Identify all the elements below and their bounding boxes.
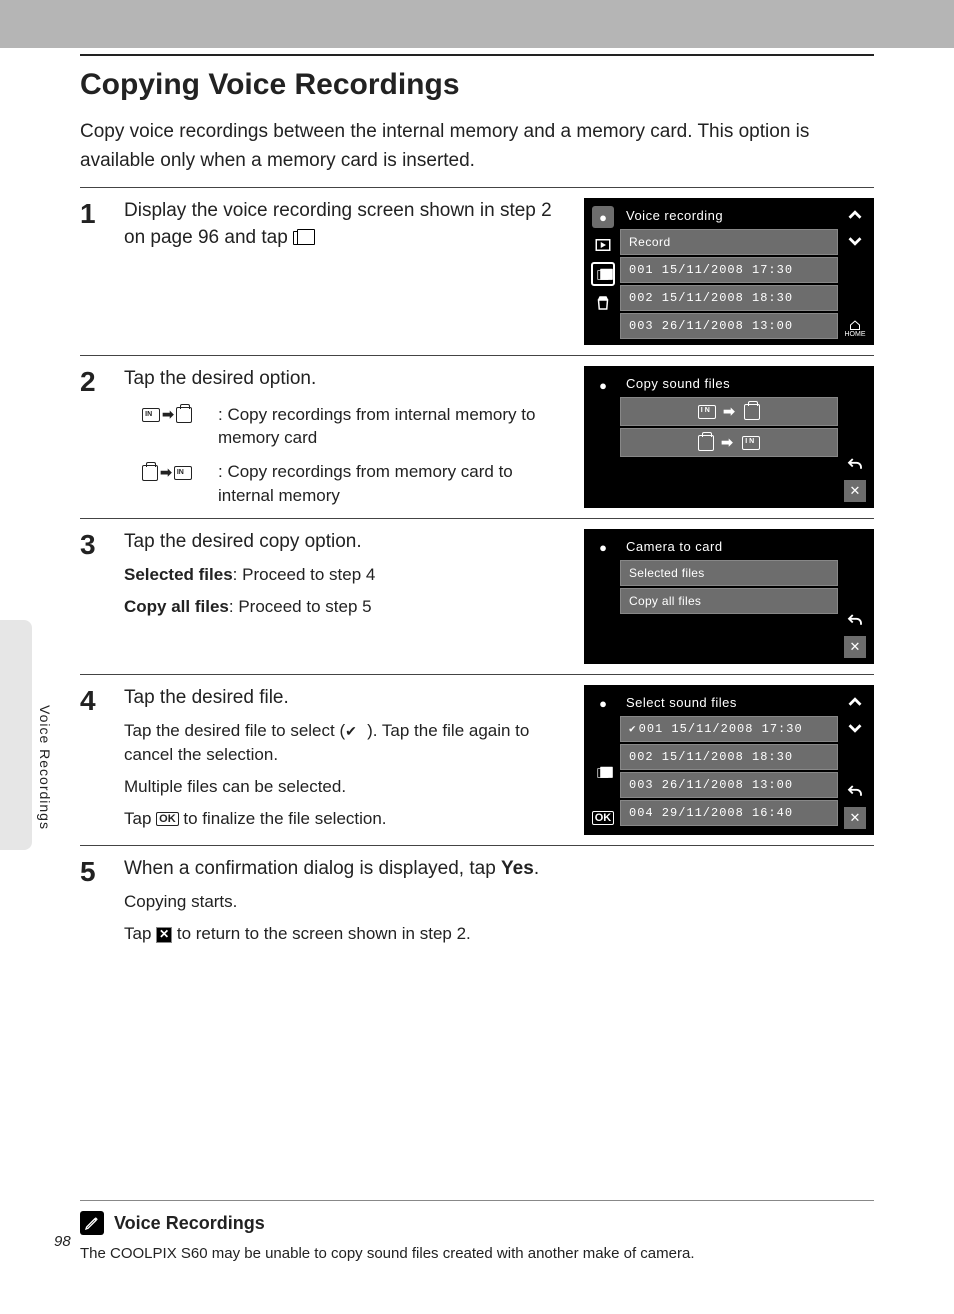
step-divider — [80, 674, 874, 675]
option-selected-files[interactable]: Selected files — [620, 560, 838, 586]
page-number: 98 — [54, 1233, 71, 1250]
scroll-up-icon[interactable] — [844, 691, 866, 713]
step-1-text: Display the voice recording screen shown… — [124, 198, 570, 345]
file-row-2[interactable]: 002 15/11/2008 18:30 — [620, 285, 838, 311]
home-label: HOME — [845, 331, 866, 338]
file-row-2[interactable]: 002 15/11/2008 18:30 — [620, 744, 838, 770]
step-3-heading: Tap the desired copy option. — [124, 531, 362, 552]
mic-icon[interactable]: ● — [592, 206, 614, 228]
option-internal-to-card[interactable]: ➡ — [620, 397, 838, 426]
step-number: 3 — [80, 529, 110, 664]
screen-camera-to-card: ● Camera to card Selected files Copy all… — [584, 529, 874, 664]
trash-icon[interactable] — [592, 292, 614, 314]
note-rule — [80, 1200, 874, 1201]
step-4: 4 Tap the desired file. Tap the desired … — [80, 685, 874, 835]
screen-title: Select sound files — [620, 691, 838, 714]
x-icon: ✕ — [156, 927, 172, 943]
step-number: 1 — [80, 198, 110, 345]
file-row-3[interactable]: 003 26/11/2008 13:00 — [620, 772, 838, 798]
step-2: 2 Tap the desired option. ➡ : Copy recor… — [80, 366, 874, 508]
play-icon[interactable] — [592, 234, 614, 256]
page-top-bar — [0, 0, 954, 48]
step-4-sub2: Multiple files can be selected. — [124, 775, 558, 799]
back-icon[interactable] — [844, 781, 866, 803]
step-5-text-a: When a confirmation dialog is displayed,… — [124, 858, 501, 879]
screen-title: Copy sound files — [620, 372, 838, 395]
scroll-up-icon[interactable] — [844, 204, 866, 226]
step-1: 1 Display the voice recording screen sho… — [80, 198, 874, 345]
step-3-text: Tap the desired copy option. Selected fi… — [124, 529, 570, 664]
note-section: Voice Recordings The COOLPIX S60 may be … — [80, 1200, 874, 1264]
file-row-1[interactable]: 001 15/11/2008 17:30 — [620, 257, 838, 283]
back-icon[interactable] — [844, 454, 866, 476]
mic-icon: ● — [592, 537, 614, 559]
screen-title: Voice recording — [620, 204, 838, 227]
ok-button[interactable]: OK — [592, 807, 614, 829]
back-icon[interactable] — [844, 610, 866, 632]
scroll-down-icon[interactable] — [844, 717, 866, 739]
option-card-to-internal[interactable]: ➡ — [620, 428, 838, 457]
selected-files-desc: : Proceed to step 4 — [233, 565, 376, 584]
step-5-sub2b: to return to the screen shown in step 2. — [172, 924, 471, 943]
close-icon[interactable]: ✕ — [844, 807, 866, 829]
step-5-sub1: Copying starts. — [124, 890, 862, 914]
screen-copy-sound-files: ● Copy sound files ➡ ➡ ✕ — [584, 366, 874, 508]
step-4-text: Tap the desired file. Tap the desired fi… — [124, 685, 570, 835]
copy-all-label: Copy all files — [124, 597, 229, 616]
step-2-heading: Tap the desired option. — [124, 368, 316, 389]
copy-icon[interactable] — [592, 761, 614, 783]
step-2-text: Tap the desired option. ➡ : Copy recordi… — [124, 366, 570, 508]
sidebar-tab — [0, 620, 32, 850]
file-row-4[interactable]: 004 29/11/2008 16:40 — [620, 800, 838, 826]
step-divider — [80, 355, 874, 356]
screen-title: Camera to card — [620, 535, 838, 558]
def-internal-to-card: : Copy recordings from internal memory t… — [218, 403, 558, 451]
internal-to-card-icon: ➡ — [124, 403, 210, 427]
checkmark-icon — [345, 726, 367, 738]
step-4-heading: Tap the desired file. — [124, 687, 289, 708]
note-heading: Voice Recordings — [114, 1213, 265, 1234]
copy-icon — [293, 227, 309, 248]
step-4-sub1a: Tap the desired file to select ( — [124, 721, 345, 740]
close-icon[interactable]: ✕ — [844, 636, 866, 658]
record-row[interactable]: Record — [620, 229, 838, 255]
pencil-icon — [80, 1211, 104, 1235]
intro-paragraph: Copy voice recordings between the intern… — [80, 118, 874, 175]
sidebar-section-label: Voice Recordings — [37, 705, 53, 830]
step-divider — [80, 845, 874, 846]
copy-icon-button[interactable] — [591, 262, 615, 286]
screen-select-sound-files: ● OK Select sound files ✔001 15/11/2008 … — [584, 685, 874, 835]
step-5-sub2a: Tap — [124, 924, 156, 943]
step-number: 4 — [80, 685, 110, 835]
mic-icon: ● — [592, 374, 614, 396]
file-row-3[interactable]: 003 26/11/2008 13:00 — [620, 313, 838, 339]
step-5-text: When a confirmation dialog is displayed,… — [124, 856, 874, 946]
step-5: 5 When a confirmation dialog is displaye… — [80, 856, 874, 946]
title-rule — [80, 54, 874, 56]
step-divider — [80, 187, 874, 188]
ok-icon: OK — [156, 812, 179, 826]
def-card-to-internal: : Copy recordings from memory card to in… — [218, 460, 558, 508]
selected-files-label: Selected files — [124, 565, 233, 584]
screen-voice-recording: ● Voice recording Record 001 15/11/2008 … — [584, 198, 874, 345]
step-number: 5 — [80, 856, 110, 946]
step-1-text-a: Display the voice recording screen shown… — [124, 200, 552, 248]
page-title: Copying Voice Recordings — [80, 68, 874, 102]
mic-icon: ● — [592, 693, 614, 715]
option-copy-all-files[interactable]: Copy all files — [620, 588, 838, 614]
close-icon[interactable]: ✕ — [844, 480, 866, 502]
note-body: The COOLPIX S60 may be unable to copy so… — [80, 1243, 874, 1264]
copy-all-desc: : Proceed to step 5 — [229, 597, 372, 616]
step-divider — [80, 518, 874, 519]
step-3: 3 Tap the desired copy option. Selected … — [80, 529, 874, 664]
step-4-sub3b: to finalize the file selection. — [179, 809, 387, 828]
scroll-down-icon[interactable] — [844, 230, 866, 252]
card-to-internal-icon: ➡ — [124, 460, 210, 484]
yes-label: Yes — [501, 858, 534, 879]
step-number: 2 — [80, 366, 110, 508]
file-row-1[interactable]: ✔001 15/11/2008 17:30 — [620, 716, 838, 742]
step-4-sub3a: Tap — [124, 809, 156, 828]
step-5-text-c: . — [534, 858, 539, 879]
home-icon[interactable]: HOME — [844, 317, 866, 339]
